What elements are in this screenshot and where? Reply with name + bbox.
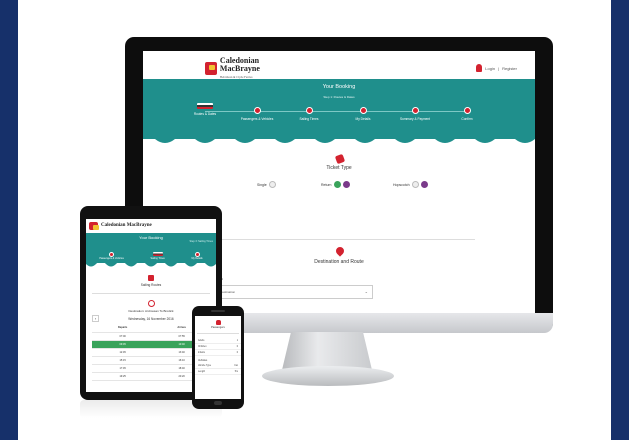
clock-icon: [147, 300, 155, 307]
ship-logo-icon: [89, 222, 99, 230]
step-routes-dates[interactable]: Routes & Dates: [180, 103, 230, 116]
step-my-details[interactable]: My Details: [191, 252, 203, 260]
monitor-base: [262, 366, 394, 386]
ticket-icon: [334, 153, 346, 165]
tablet-header: Caledonian MacBrayne: [86, 219, 216, 233]
passengers-title: Passengers: [211, 326, 225, 329]
home-button[interactable]: [214, 401, 222, 405]
booking-step: Step 1: Routes & Dates: [323, 95, 355, 99]
tablet-booking-band: Your Booking Step 3: Sailing Times Passe…: [86, 233, 216, 267]
vehicles-label: Vehicles: [198, 359, 208, 362]
step-dot: [359, 107, 367, 114]
booking-title: Your Booking: [322, 84, 356, 90]
step-dot: [463, 107, 471, 114]
section-divider: [205, 239, 475, 240]
ferry-icon: [152, 252, 163, 256]
step-dot: [253, 107, 261, 114]
wave-divider: [143, 133, 535, 143]
ticket-option-return[interactable]: Return: [321, 181, 350, 188]
brand-name[interactable]: Caledonian MacBrayne: [101, 222, 152, 230]
section-divider: [197, 333, 239, 334]
login-link[interactable]: Login: [485, 66, 495, 71]
ship-logo-icon: [205, 62, 217, 75]
check-icon[interactable]: [333, 181, 341, 188]
vehicle-row[interactable]: Length 5m: [195, 369, 241, 375]
monitor-stand: [282, 332, 372, 370]
column-header: Departs: [92, 324, 154, 333]
chevron-down-icon: ⌄: [364, 289, 368, 294]
step-summary-payment[interactable]: Summary & Payment: [390, 107, 440, 121]
info-icon[interactable]: [420, 181, 428, 188]
ferry-icon: [148, 275, 154, 281]
brand-name: Caledonian MacBrayne: [219, 55, 260, 73]
user-icon: [215, 320, 221, 325]
info-icon[interactable]: [342, 181, 350, 188]
step-confirm[interactable]: Confirm: [442, 107, 492, 121]
destination-select[interactable]: Select Destination ⌄: [205, 285, 373, 299]
ticket-type-title: Ticket Type: [326, 165, 352, 171]
user-icon: [476, 64, 483, 72]
account-links: Login | Register: [476, 64, 517, 72]
ticket-option-single[interactable]: Single: [257, 181, 276, 188]
step-sailing-times[interactable]: Sailing Times: [151, 252, 165, 260]
chevron-left-icon[interactable]: ‹: [92, 315, 99, 322]
step-my-details[interactable]: My Details: [338, 107, 388, 121]
radio-unchecked-icon[interactable]: [268, 181, 276, 188]
location-pin-icon: [334, 245, 346, 257]
ticket-option-hopscotch[interactable]: Hopscotch: [393, 181, 428, 188]
step-passengers-vehicles[interactable]: Passengers & Vehicles: [232, 107, 282, 121]
radio-unchecked-icon[interactable]: [411, 181, 419, 188]
wave-divider: [86, 261, 216, 267]
step-passengers-vehicles[interactable]: Passengers & Vehicles: [99, 252, 124, 260]
site-header: Caledonian MacBrayne Hebridean & Clyde F…: [143, 51, 535, 79]
phone-device: Passengers Adults 1 Children 0 Infants 0 Ve…: [192, 306, 244, 409]
phone-screen: Passengers Adults 1 Children 0 Infants 0 Ve…: [195, 316, 241, 399]
step-dot: [411, 107, 419, 114]
sailing-routes-title: Sailing Routes: [140, 283, 162, 287]
booking-title: Your Booking: [139, 235, 163, 240]
register-link[interactable]: Register: [502, 66, 517, 71]
step-dot: [305, 107, 313, 114]
step-sailing-times[interactable]: Sailing Times: [284, 107, 334, 121]
phone-speaker: [211, 310, 225, 312]
section-divider: [92, 293, 210, 294]
breadcrumb: Step 3: Sailing Times: [189, 240, 213, 243]
ferry-icon: [197, 103, 213, 109]
brand-logo[interactable]: Caledonian MacBrayne Hebridean & Clyde F…: [205, 56, 289, 79]
